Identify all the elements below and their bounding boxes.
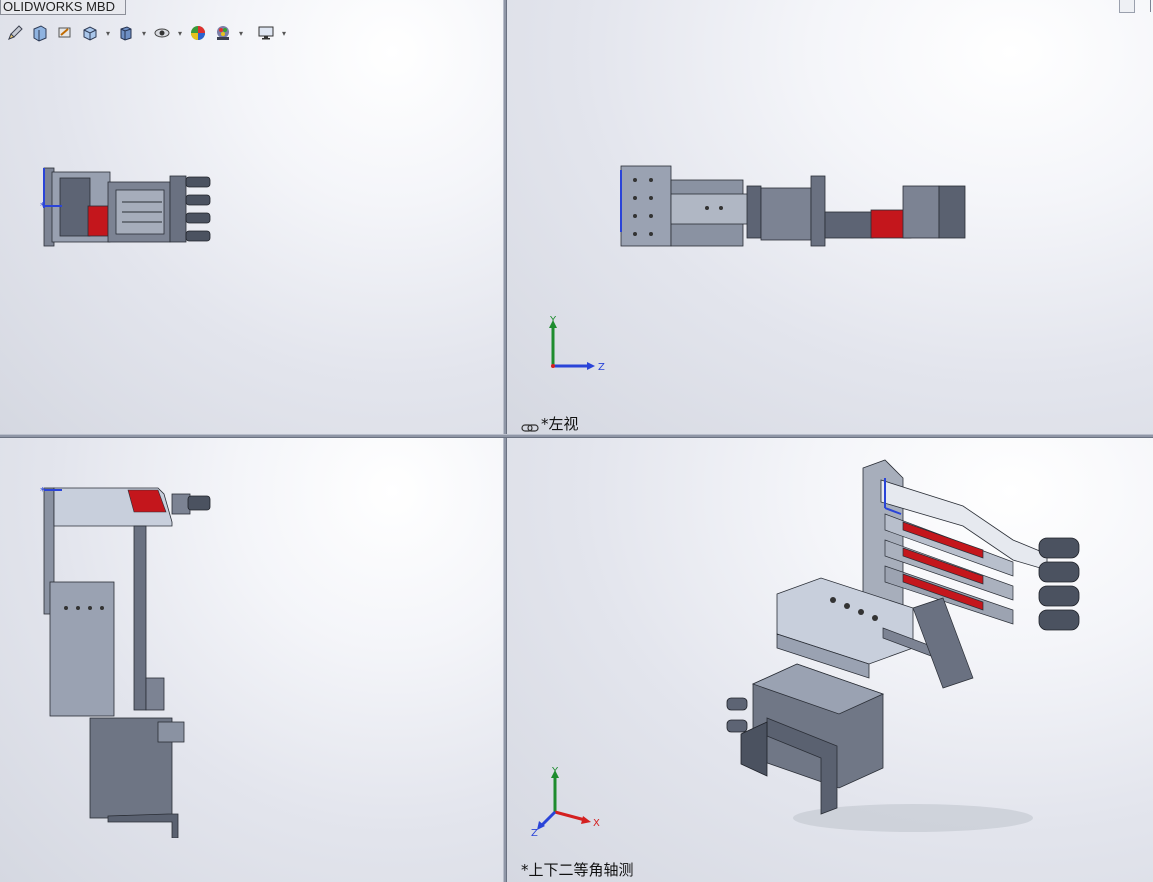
dynamic-annotation-icon[interactable] <box>54 23 76 43</box>
view-label: *上下二等角轴测 <box>521 861 634 879</box>
svg-text:X: X <box>593 818 600 829</box>
display-settings-icon[interactable] <box>255 23 277 43</box>
view-orientation-icon[interactable] <box>79 23 101 43</box>
viewport-vertical-splitter[interactable] <box>503 0 507 882</box>
svg-text:Y: Y <box>549 315 557 326</box>
chevron-down-icon[interactable]: ▾ <box>140 29 148 38</box>
appearance-icon[interactable] <box>187 23 209 43</box>
display-style-icon[interactable] <box>115 23 137 43</box>
heads-up-toolbar: ▾ ▾ ▾ ▾ ▾ <box>4 22 288 44</box>
mbd-tab[interactable]: OLIDWORKS MBD <box>0 0 126 15</box>
chevron-down-icon[interactable]: ▾ <box>104 29 112 38</box>
model-front-view[interactable]: * <box>38 482 218 838</box>
pencil-icon[interactable] <box>4 23 26 43</box>
section-view-icon[interactable] <box>29 23 51 43</box>
link-icon <box>521 418 539 434</box>
viewport-top-left[interactable]: OLIDWORKS MBD ▾ ▾ ▾ ▾ ▾ * <box>0 0 503 434</box>
view-label: *左视 <box>541 415 579 433</box>
model-left-view[interactable] <box>617 160 977 252</box>
viewport-left-view[interactable]: Y Z *左视 <box>507 0 1153 434</box>
model-top-view[interactable]: * <box>38 162 218 252</box>
svg-text:*: * <box>40 486 45 497</box>
axis-triad: Y X Z <box>531 766 600 838</box>
viewport-horizontal-splitter[interactable] <box>0 434 1153 438</box>
svg-text:Z: Z <box>531 828 538 838</box>
viewport-edge <box>1150 0 1151 12</box>
hide-show-icon[interactable] <box>151 23 173 43</box>
viewport-dimetric-view[interactable]: Y X Z *上下二等角轴测 <box>507 438 1153 882</box>
chevron-down-icon[interactable]: ▾ <box>280 29 288 38</box>
viewport-maximize-button[interactable] <box>1119 0 1135 13</box>
chevron-down-icon[interactable]: ▾ <box>237 29 245 38</box>
scene-icon[interactable] <box>212 23 234 43</box>
viewport-front-view[interactable]: * <box>0 438 503 882</box>
svg-text:Y: Y <box>551 766 559 777</box>
model-dimetric-view[interactable] <box>713 458 1113 838</box>
svg-text:*: * <box>40 201 45 212</box>
svg-text:Z: Z <box>598 362 605 373</box>
axis-triad: Y Z <box>549 315 605 373</box>
chevron-down-icon[interactable]: ▾ <box>176 29 184 38</box>
